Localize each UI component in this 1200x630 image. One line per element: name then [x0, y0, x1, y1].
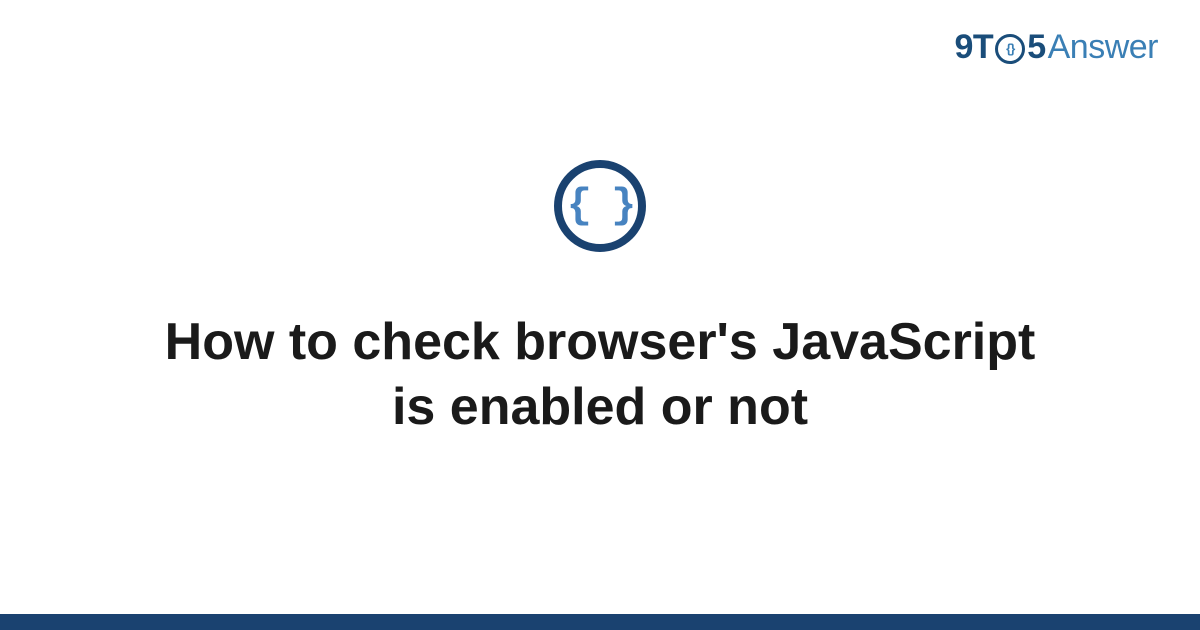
code-braces-icon: { }	[567, 182, 634, 230]
main-content: { } How to check browser's JavaScript is…	[0, 0, 1200, 630]
footer-accent-bar	[0, 614, 1200, 630]
page-title: How to check browser's JavaScript is ena…	[150, 310, 1050, 440]
topic-icon-circle: { }	[554, 160, 646, 252]
